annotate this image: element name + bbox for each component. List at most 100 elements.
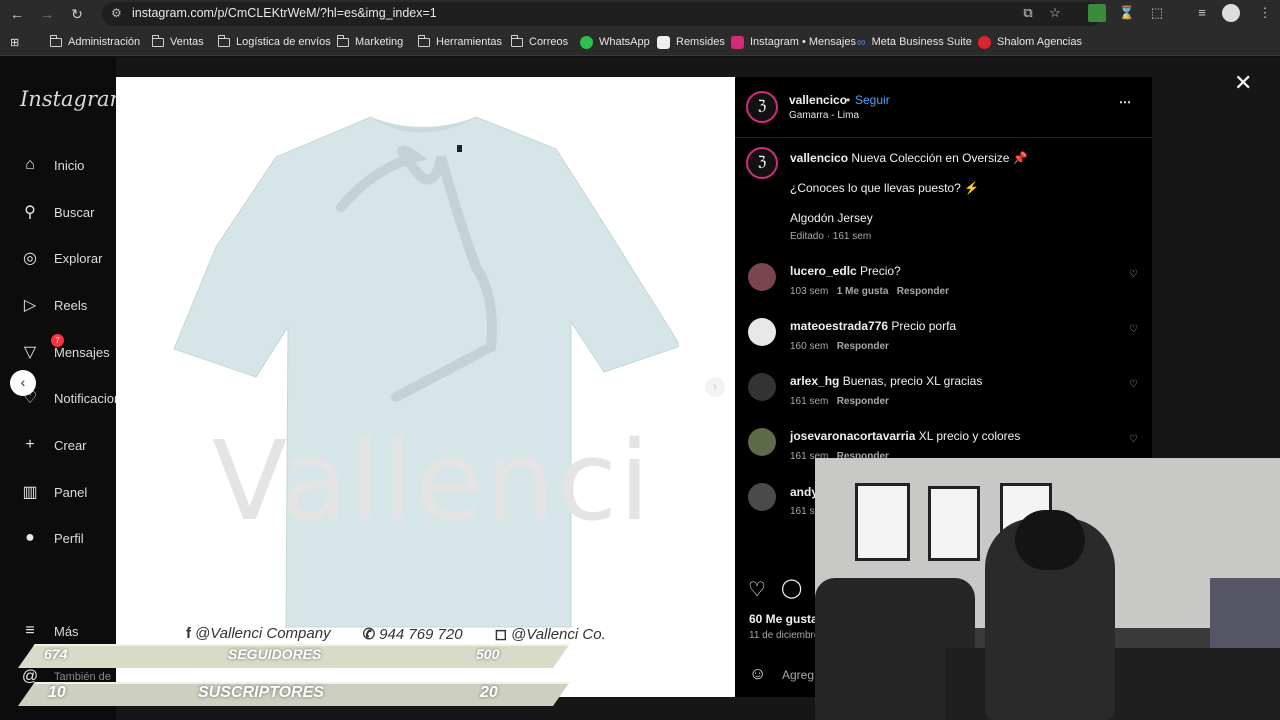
sidebar-item-crear[interactable]: + Crear (20, 433, 86, 457)
comment-1: lucero_edlc Precio? (790, 264, 901, 278)
bookmark-administracion[interactable]: Administración (49, 34, 140, 50)
subscribers-label: SUSCRIPTORES (198, 684, 324, 701)
apps-icon[interactable]: ⊞ (10, 34, 19, 50)
bookmark-herramientas[interactable]: Herramientas (417, 34, 503, 50)
avatar[interactable] (748, 428, 776, 456)
caption-avatar[interactable]: ℨ (746, 147, 778, 179)
reading-list-icon[interactable]: ≡ (1193, 4, 1211, 22)
sidebar-item-label: Mensajes (54, 344, 110, 360)
caption-line-3: Algodón Jersey (790, 211, 873, 225)
like-comment-icon[interactable]: ♡ (1129, 324, 1138, 335)
sidebar-item-label: Panel (54, 484, 88, 500)
avatar[interactable] (748, 483, 776, 511)
compass-icon: ◎ (23, 250, 37, 267)
profile-avatar[interactable] (1222, 4, 1240, 22)
comment-username[interactable]: josevaronacortavarria (790, 429, 915, 443)
url-text: instagram.com/p/CmCLEKtrWeM/?hl=es&img_i… (132, 6, 437, 20)
bookmark-remsides[interactable]: Remsides (657, 34, 725, 50)
bookmark-meta[interactable]: ∞ Meta Business Suite (857, 34, 972, 50)
comment-3-meta: 161 sem Responder (790, 396, 889, 407)
follow-button[interactable]: Seguir (855, 93, 890, 107)
sidebar-item-mensajes[interactable]: ▽ 7 Mensajes (20, 334, 110, 364)
bookmark-shalom[interactable]: Shalom Agencias (978, 34, 1082, 50)
bookmark-logistica[interactable]: Logística de envíos (217, 34, 331, 50)
sidebar-item-inicio[interactable]: ⌂ Inicio (20, 153, 84, 177)
install-icon[interactable]: ⧉ (1019, 4, 1037, 22)
bookmark-star-icon[interactable]: ☆ (1046, 4, 1064, 22)
extensions-icon[interactable]: ⬚ (1148, 4, 1166, 22)
emoji-icon[interactable]: ☺ (749, 664, 766, 684)
comment-username[interactable]: arlex_hg (790, 374, 839, 388)
address-bar[interactable]: ⚙ instagram.com/p/CmCLEKtrWeM/?hl=es&img… (102, 2, 1102, 26)
sidebar-item-label: Perfil (54, 530, 84, 546)
next-image-button[interactable]: › (705, 377, 725, 397)
webcam-overlay (815, 458, 1280, 720)
back-icon[interactable]: ← (6, 3, 28, 25)
comment-time: 161 s (790, 506, 815, 517)
comment-username[interactable]: lucero_edlc (790, 264, 857, 278)
author-username[interactable]: vallencico (789, 93, 847, 107)
bookmark-label: Instagram • Mensajes (750, 36, 856, 48)
sidebar-item-mas[interactable]: ≡ Más (20, 619, 78, 643)
like-comment-icon[interactable]: ♡ (1129, 379, 1138, 390)
bookmark-label: Herramientas (436, 36, 503, 48)
reload-icon[interactable]: ↻ (66, 3, 88, 25)
bookmark-marketing[interactable]: Marketing (336, 34, 403, 50)
like-comment-icon[interactable]: ♡ (1129, 269, 1138, 280)
brand-watermark: Vallenci (212, 417, 652, 545)
reply-button[interactable]: Responder (897, 286, 949, 297)
comment-icon[interactable]: ◯ (781, 577, 802, 600)
sidebar-item-perfil[interactable]: ● Perfil (20, 526, 84, 550)
webcam-person-head (1015, 510, 1085, 570)
folder-icon (151, 34, 164, 47)
avatar[interactable] (748, 373, 776, 401)
sidebar-item-reels[interactable]: ▷ Reels (20, 293, 87, 317)
browser-menu-icon[interactable]: ⋮ (1256, 4, 1274, 22)
post-media[interactable]: Vallenci f @Vallenci Company ✆ 944 769 720… (116, 77, 735, 697)
folder-icon (49, 34, 62, 47)
tshirt-image (173, 116, 679, 628)
likes-count[interactable]: 60 Me gusta (749, 612, 818, 626)
avatar[interactable] (748, 263, 776, 291)
like-icon[interactable]: ♡ (748, 577, 766, 602)
caption-meta: Editado · 161 sem (790, 231, 872, 242)
close-icon[interactable]: ✕ (1234, 70, 1252, 96)
sidebar-item-explorar[interactable]: ◎ Explorar (20, 246, 102, 270)
instagram-logo[interactable]: Instagram (20, 87, 129, 111)
like-comment-icon[interactable]: ♡ (1129, 434, 1138, 445)
comment-likes[interactable]: 1 Me gusta (837, 286, 889, 297)
sidebar-item-notificaciones[interactable]: ♡Notificaciones (20, 386, 116, 410)
author-avatar[interactable]: ℨ (746, 91, 778, 123)
sidebar-item-buscar[interactable]: ⚲ Buscar (20, 200, 94, 224)
post-location[interactable]: Gamarra - Lima (789, 110, 859, 121)
extension-sheets-icon[interactable] (1088, 4, 1106, 22)
comment-username[interactable]: andy (790, 485, 818, 499)
more-options-icon[interactable]: ⋯ (1119, 95, 1131, 109)
site-settings-icon[interactable]: ⚙ (111, 6, 122, 20)
instagram-handle-text: @Vallenci Co. (511, 626, 606, 643)
bookmark-label: Shalom Agencias (997, 36, 1082, 48)
avatar[interactable] (748, 318, 776, 346)
profile-icon: ● (25, 529, 35, 546)
sidebar-item-panel[interactable]: ▥ Panel (20, 480, 87, 504)
bookmark-ventas[interactable]: Ventas (151, 34, 204, 50)
whatsapp-icon: ✆ (362, 626, 376, 643)
bookmark-instagram-mensajes[interactable]: Instagram • Mensajes (731, 34, 856, 50)
caption-username[interactable]: vallencico (790, 151, 848, 165)
bookmark-whatsapp[interactable]: WhatsApp (580, 34, 650, 50)
sidebar-item-label: Notificaciones (54, 390, 116, 406)
browser-toolbar: ← → ↻ ⚙ instagram.com/p/CmCLEKtrWeM/?hl=… (0, 0, 1280, 28)
divider (735, 137, 1152, 138)
subscribers-goal: 20 (480, 684, 498, 701)
home-icon: ⌂ (25, 156, 35, 173)
caption-text: Nueva Colección en Oversize (851, 151, 1010, 165)
reply-button[interactable]: Responder (837, 396, 889, 407)
reply-button[interactable]: Responder (837, 341, 889, 352)
bookmark-correos[interactable]: Correos (510, 34, 568, 50)
extension-timer-icon[interactable]: ⌛ (1118, 4, 1136, 22)
previous-post-button[interactable]: ‹ (10, 370, 36, 396)
add-comment-input[interactable]: Agreg (782, 668, 814, 682)
comment-username[interactable]: mateoestrada776 (790, 319, 888, 333)
forward-icon[interactable]: → (36, 3, 58, 25)
meta-icon: ∞ (857, 35, 866, 49)
